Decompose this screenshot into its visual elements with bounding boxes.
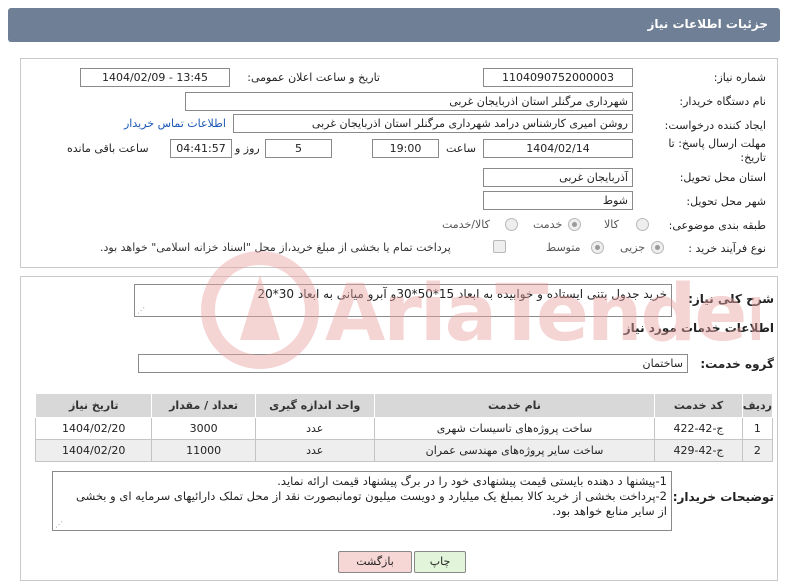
services-section-title: اطلاعات خدمات مورد نیاز	[623, 321, 774, 335]
process-option-minor: جزیی	[620, 241, 646, 254]
cell-service-code: ج-42-422	[654, 417, 743, 440]
buyer-org-label: نام دستگاه خریدار:	[679, 95, 766, 108]
cell-row-number: 2	[741, 439, 774, 462]
table-header-row: ردیف کد خدمت نام خدمت واحد اندازه گیری ت…	[34, 393, 774, 418]
col-unit: واحد اندازه گیری	[254, 393, 375, 418]
category-radio-service[interactable]	[568, 218, 581, 231]
requester-field: روشن امیری کارشناس درامد شهرداری مرگنلر …	[233, 114, 633, 133]
category-radio-goods-service[interactable]	[505, 218, 518, 231]
province-label: استان محل تحویل:	[679, 171, 766, 184]
deadline-label-1: مهلت ارسال پاسخ: تا	[668, 137, 766, 150]
service-group-label: گروه خدمت:	[700, 357, 774, 371]
process-option-medium: متوسط	[546, 241, 581, 254]
col-service-name: نام خدمت	[373, 393, 656, 418]
description-label: شرح کلی نیاز:	[688, 292, 774, 306]
process-label: نوع فرآیند خرید :	[688, 242, 766, 255]
need-number-label: شماره نیاز:	[713, 71, 766, 84]
cell-service-code: ج-42-429	[654, 439, 743, 462]
services-table: ردیف کد خدمت نام خدمت واحد اندازه گیری ت…	[34, 393, 774, 462]
cell-unit: عدد	[254, 439, 375, 462]
table-row: 2 ج-42-429 ساخت سایر پروژه‌های مهندسی عم…	[34, 439, 774, 462]
buyer-notes-textarea[interactable]: 1-پیشنها د دهنده بایستی قیمت پیشنهادی خو…	[52, 471, 672, 531]
cell-quantity: 11000	[151, 439, 256, 462]
table-row: 1 ج-42-422 ساخت پروژه‌های تاسیسات شهری ع…	[34, 417, 774, 440]
print-button[interactable]: چاپ	[414, 551, 466, 573]
treasury-checkbox[interactable]	[493, 240, 506, 253]
col-quantity: تعداد / مقدار	[151, 393, 256, 418]
remaining-time-field: 04:41:57	[170, 139, 232, 158]
province-field: آذربایجان غربی	[483, 168, 633, 187]
remaining-label: ساعت باقی مانده	[67, 142, 149, 155]
cell-need-date: 1404/02/20	[34, 439, 153, 462]
city-field: شوط	[483, 191, 633, 210]
back-button[interactable]: بازگشت	[338, 551, 412, 573]
announce-field: 1404/02/09 - 13:45	[80, 68, 230, 87]
buyer-notes-line-3: از سایر منابع خواهد بود.	[552, 504, 667, 518]
category-option-service: خدمت	[533, 218, 563, 231]
process-radio-medium[interactable]	[591, 241, 604, 254]
city-label: شهر محل تحویل:	[686, 195, 766, 208]
buyer-org-field: شهرداری مرگنلر استان اذربایجان غربی	[185, 92, 633, 111]
info-panel	[20, 58, 778, 268]
category-option-goods: کالا	[604, 218, 619, 231]
description-textarea[interactable]: خرید جدول بتنی ایستاده و خوابیده به ابعا…	[134, 284, 672, 317]
deadline-label-2: تاریخ:	[740, 151, 766, 164]
cell-service-name: ساخت پروژه‌های تاسیسات شهری	[373, 417, 656, 440]
deadline-time-field: 19:00	[372, 139, 439, 158]
announce-label: تاریخ و ساعت اعلان عمومی:	[247, 71, 380, 84]
cell-unit: عدد	[254, 417, 375, 440]
days-field: 5	[265, 139, 332, 158]
service-group-field: ساختمان	[138, 354, 688, 373]
buyer-notes-label: توضیحات خریدار:	[672, 490, 774, 504]
deadline-date-field: 1404/02/14	[483, 139, 633, 158]
resize-grip-icon: ⋰	[137, 306, 145, 315]
page-title: جزئیات اطلاعات نیاز	[647, 17, 768, 31]
days-label: روز و	[235, 142, 260, 155]
col-service-code: کد خدمت	[654, 393, 743, 418]
page-header: جزئیات اطلاعات نیاز	[8, 8, 780, 42]
time-label: ساعت	[446, 142, 476, 155]
cell-need-date: 1404/02/20	[34, 417, 153, 440]
buyer-notes-line-2: 2-پرداخت بخشی از خرید کالا بمبلغ یک میلی…	[76, 489, 667, 503]
buyer-notes-line-1: 1-پیشنها د دهنده بایستی قیمت پیشنهادی خو…	[277, 474, 667, 488]
col-row-number: ردیف	[741, 393, 774, 418]
col-need-date: تاریخ نیاز	[34, 393, 153, 418]
category-option-goods-service: کالا/خدمت	[442, 218, 490, 231]
cell-service-name: ساخت سایر پروژه‌های مهندسی عمران	[373, 439, 656, 462]
cell-quantity: 3000	[151, 417, 256, 440]
category-radio-goods[interactable]	[636, 218, 649, 231]
cell-row-number: 1	[741, 417, 774, 440]
process-radio-minor[interactable]	[651, 241, 664, 254]
category-label: طبقه بندی موضوعی:	[668, 219, 766, 232]
resize-grip-icon: ⋰	[55, 520, 63, 529]
contact-info-link[interactable]: اطلاعات تماس خریدار	[124, 117, 226, 130]
need-number-field: 1104090752000003	[483, 68, 633, 87]
requester-label: ایجاد کننده درخواست:	[664, 119, 766, 132]
payment-note: پرداخت تمام یا بخشی از مبلغ خرید،از محل …	[100, 241, 451, 254]
